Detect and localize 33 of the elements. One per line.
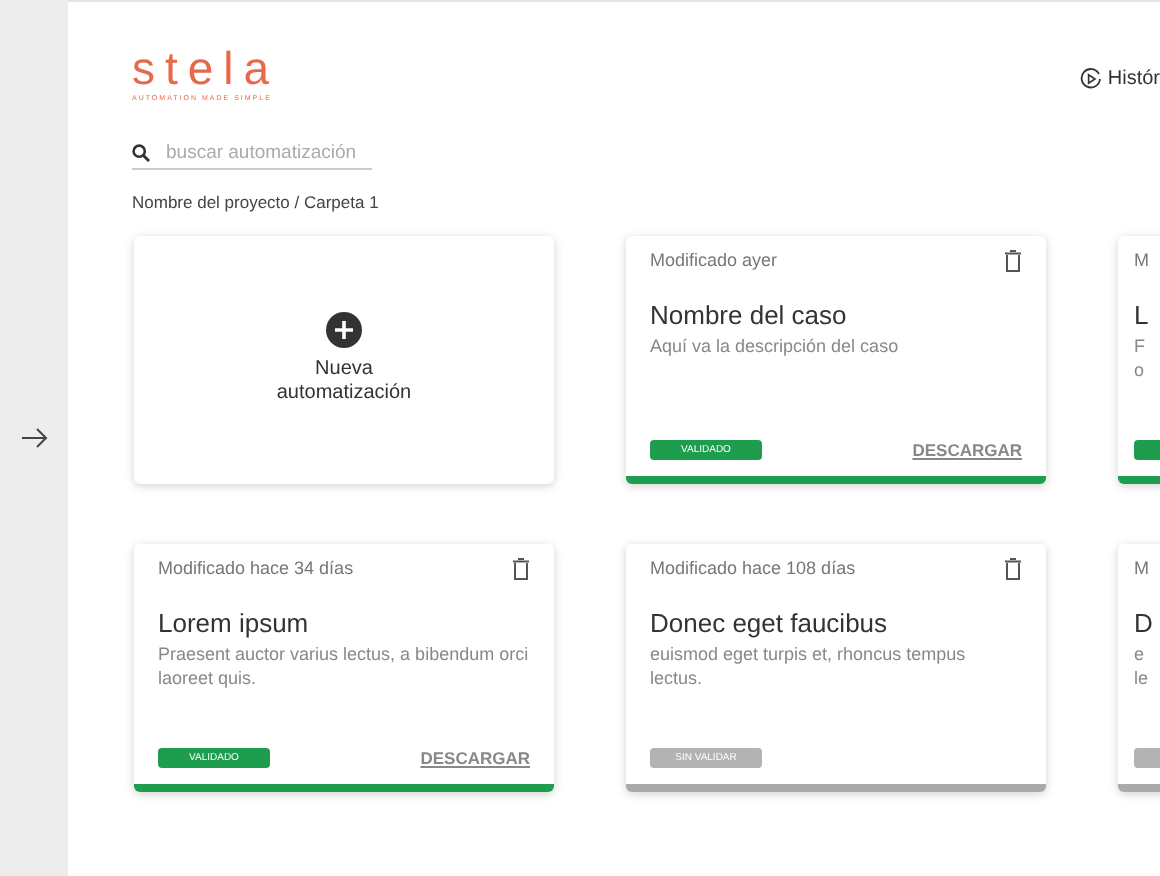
case-title: Donec eget faucibus xyxy=(650,608,890,638)
download-link[interactable]: DESCARGAR xyxy=(420,748,530,768)
case-title: L xyxy=(1134,300,1151,330)
breadcrumb: Nombre del proyecto / Carpeta 1 xyxy=(132,192,381,212)
search-icon xyxy=(132,144,150,162)
modified-date: Modificado ayer xyxy=(650,250,778,270)
plus-circle-icon xyxy=(326,311,362,347)
expand-arrow-icon[interactable] xyxy=(21,428,47,448)
case-title: D xyxy=(1134,608,1155,638)
trash-icon[interactable] xyxy=(1004,557,1022,579)
modified-date: M xyxy=(1134,250,1149,270)
new-automation-label: Nueva automatización xyxy=(276,357,412,405)
case-description-line: le xyxy=(1134,666,1151,690)
case-description-line: o xyxy=(1134,358,1147,382)
logo: stela xyxy=(132,46,280,90)
trash-icon[interactable] xyxy=(512,557,530,579)
case-description: euismod eget turpis et, rhoncus tempus lectus. xyxy=(650,642,968,690)
case-description: Praesent auctor varius lectus, a bibendum orci laoreet quis. xyxy=(158,642,530,690)
download-link[interactable]: DESCARGAR xyxy=(912,440,1022,460)
case-description-line: e xyxy=(1134,642,1147,666)
case-description: Aquí va la descripción del caso xyxy=(650,334,901,358)
play-history-icon xyxy=(1079,68,1102,90)
modified-date: M xyxy=(1134,558,1149,578)
modified-date: Modificado hace 34 días xyxy=(158,558,354,578)
case-description-line: F xyxy=(1134,334,1147,358)
case-card[interactable]: M D e le xyxy=(1118,544,1160,792)
new-automation-card[interactable]: Nueva automatización xyxy=(134,236,554,484)
case-title: Lorem ipsum xyxy=(158,608,311,638)
history-button[interactable]: Histór xyxy=(1079,68,1160,90)
trash-icon[interactable] xyxy=(1004,249,1022,271)
case-card[interactable]: M L F o xyxy=(1118,236,1160,484)
case-title: Nombre del caso xyxy=(650,300,849,330)
modified-date: Modificado hace 108 días xyxy=(650,558,856,578)
